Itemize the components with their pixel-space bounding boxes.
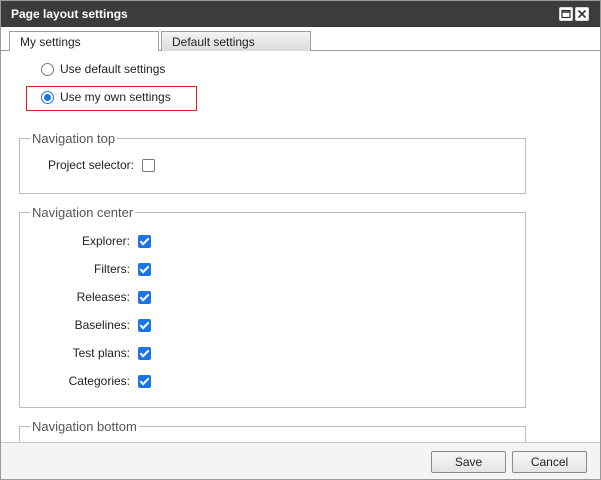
settings-panel: Use default settings Use my own settings…: [1, 51, 600, 442]
close-icon[interactable]: [575, 7, 589, 21]
navigation-center-group: Navigation center Explorer: Filters: Rel…: [19, 205, 526, 408]
explorer-row: Explorer:: [20, 234, 151, 248]
categories-checkbox[interactable]: [138, 374, 151, 388]
test-plans-label: Test plans:: [72, 346, 130, 360]
save-button[interactable]: Save: [431, 451, 506, 473]
navigation-center-legend: Navigation center: [32, 205, 134, 220]
filters-label: Filters:: [94, 262, 130, 276]
use-my-own-settings-radio[interactable]: [41, 90, 54, 104]
tab-bar: My settings Default settings: [1, 27, 600, 52]
navigation-bottom-legend: Navigation bottom: [32, 419, 137, 434]
baselines-row: Baselines:: [20, 318, 151, 332]
use-default-settings-option[interactable]: Use default settings: [41, 62, 165, 76]
baselines-checkbox[interactable]: [138, 318, 151, 332]
tab-default-settings[interactable]: Default settings: [161, 31, 311, 52]
navigation-top-group: Navigation top Project selector:: [19, 131, 526, 194]
tab-my-settings[interactable]: My settings: [9, 31, 159, 52]
use-my-own-settings-option[interactable]: Use my own settings: [41, 90, 171, 104]
test-plans-row: Test plans:: [20, 346, 151, 360]
explorer-label: Explorer:: [81, 234, 130, 248]
releases-checkbox[interactable]: [138, 290, 151, 304]
use-my-own-settings-label: Use my own settings: [60, 90, 171, 104]
dialog-title: Page layout settings: [11, 7, 128, 21]
project-selector-row: Project selector:: [1, 158, 155, 172]
filters-row: Filters:: [20, 262, 151, 276]
test-plans-checkbox[interactable]: [138, 346, 151, 360]
dialog-footer: Save Cancel: [1, 442, 600, 479]
navigation-bottom-group: Navigation bottom: [19, 419, 526, 442]
project-selector-label: Project selector:: [47, 158, 134, 172]
maximize-icon[interactable]: [559, 7, 573, 21]
navigation-top-legend: Navigation top: [32, 131, 116, 146]
categories-label: Categories:: [68, 374, 130, 388]
baselines-label: Baselines:: [74, 318, 130, 332]
use-default-settings-label: Use default settings: [60, 62, 166, 76]
project-selector-checkbox[interactable]: [142, 158, 155, 172]
releases-row: Releases:: [20, 290, 151, 304]
categories-row: Categories:: [20, 374, 151, 388]
title-bar[interactable]: Page layout settings: [1, 1, 600, 27]
releases-label: Releases:: [76, 290, 130, 304]
page-layout-dialog: Page layout settings My settings Default…: [0, 0, 601, 480]
cancel-button[interactable]: Cancel: [512, 451, 587, 473]
filters-checkbox[interactable]: [138, 262, 151, 276]
explorer-checkbox[interactable]: [138, 234, 151, 248]
use-default-settings-radio[interactable]: [41, 62, 54, 76]
